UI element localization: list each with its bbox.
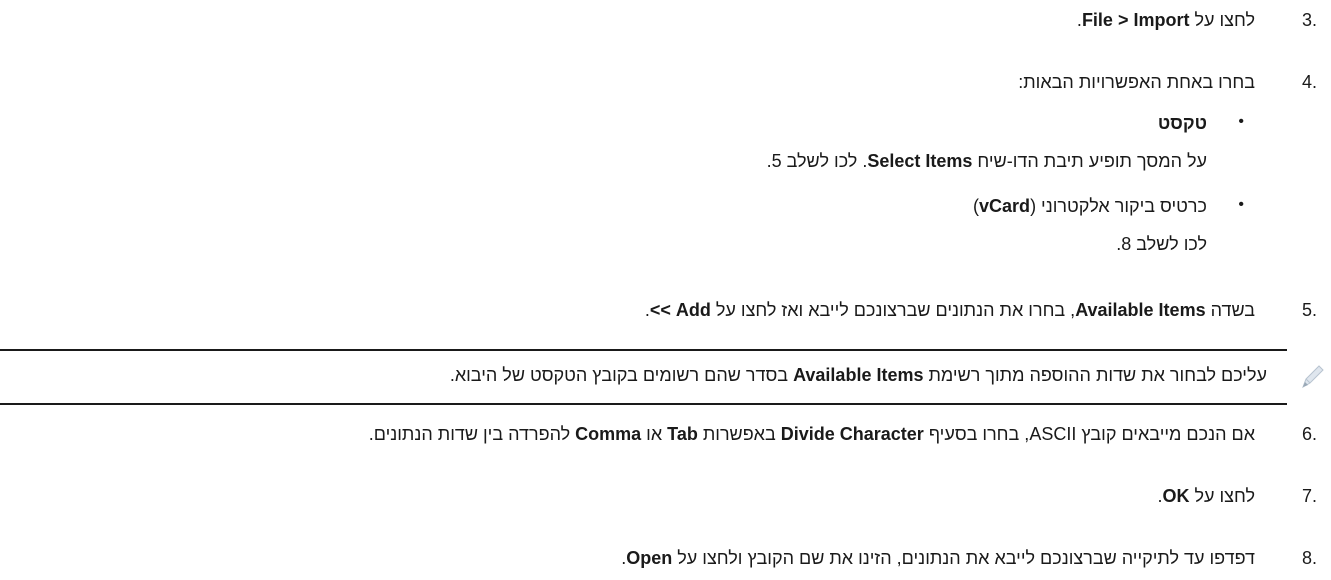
step-number: 3.: [1301, 10, 1317, 30]
option-title: טקסט: [1157, 113, 1207, 133]
option-text: • טקסט: [0, 113, 1331, 137]
step-number: 8.: [1301, 548, 1317, 568]
note-text: עליכם לבחור את שדות ההוספה מתוך רשימת Av…: [449, 365, 1267, 385]
option-vcard: • כרטיס ביקור אלקטרוני (vCard): [0, 196, 1331, 220]
pencil-note-icon: [1297, 362, 1327, 392]
option-description: על המסך תופיע תיבת הדו-שיח Select Items.…: [766, 151, 1207, 171]
option-text-desc: על המסך תופיע תיבת הדו-שיח Select Items.…: [0, 151, 1331, 175]
step-text: בחרו באחת האפשרויות הבאות:: [1018, 72, 1255, 92]
step-text: לחצו על File > Import.: [1076, 10, 1255, 30]
bullet: •: [1238, 196, 1244, 213]
step-number: 7.: [1301, 486, 1317, 506]
option-description: לכו לשלב 8.: [1116, 234, 1207, 254]
step-number: 5.: [1301, 300, 1317, 320]
step-text: אם הנכם מייבאים קובץ ASCII, בחרו בסעיף D…: [368, 424, 1255, 444]
step-number: 4.: [1301, 72, 1317, 92]
step-8: 8. דפדפו עד לתיקייה שברצונכם לייבא את הנ…: [0, 548, 1331, 572]
step-6: 6. אם הנכם מייבאים קובץ ASCII, בחרו בסעי…: [0, 424, 1331, 448]
step-4: 4. בחרו באחת האפשרויות הבאות:: [0, 72, 1331, 96]
step-text: לחצו על OK.: [1157, 486, 1255, 506]
option-title: כרטיס ביקור אלקטרוני (vCard): [973, 196, 1207, 216]
option-vcard-desc: לכו לשלב 8.: [0, 234, 1331, 258]
step-3: 3. לחצו על File > Import.: [0, 10, 1331, 34]
step-7: 7. לחצו על OK.: [0, 486, 1331, 510]
step-5: 5. בשדה Available Items, בחרו את הנתונים…: [0, 300, 1331, 324]
menu-path: File > Import: [1081, 10, 1190, 30]
note-box: עליכם לבחור את שדות ההוספה מתוך רשימת Av…: [0, 349, 1287, 405]
step-number: 6.: [1301, 424, 1317, 444]
bullet: •: [1238, 113, 1244, 130]
step-text: בשדה Available Items, בחרו את הנתונים שב…: [644, 300, 1255, 320]
step-text: דפדפו עד לתיקייה שברצונכם לייבא את הנתונ…: [621, 548, 1255, 568]
